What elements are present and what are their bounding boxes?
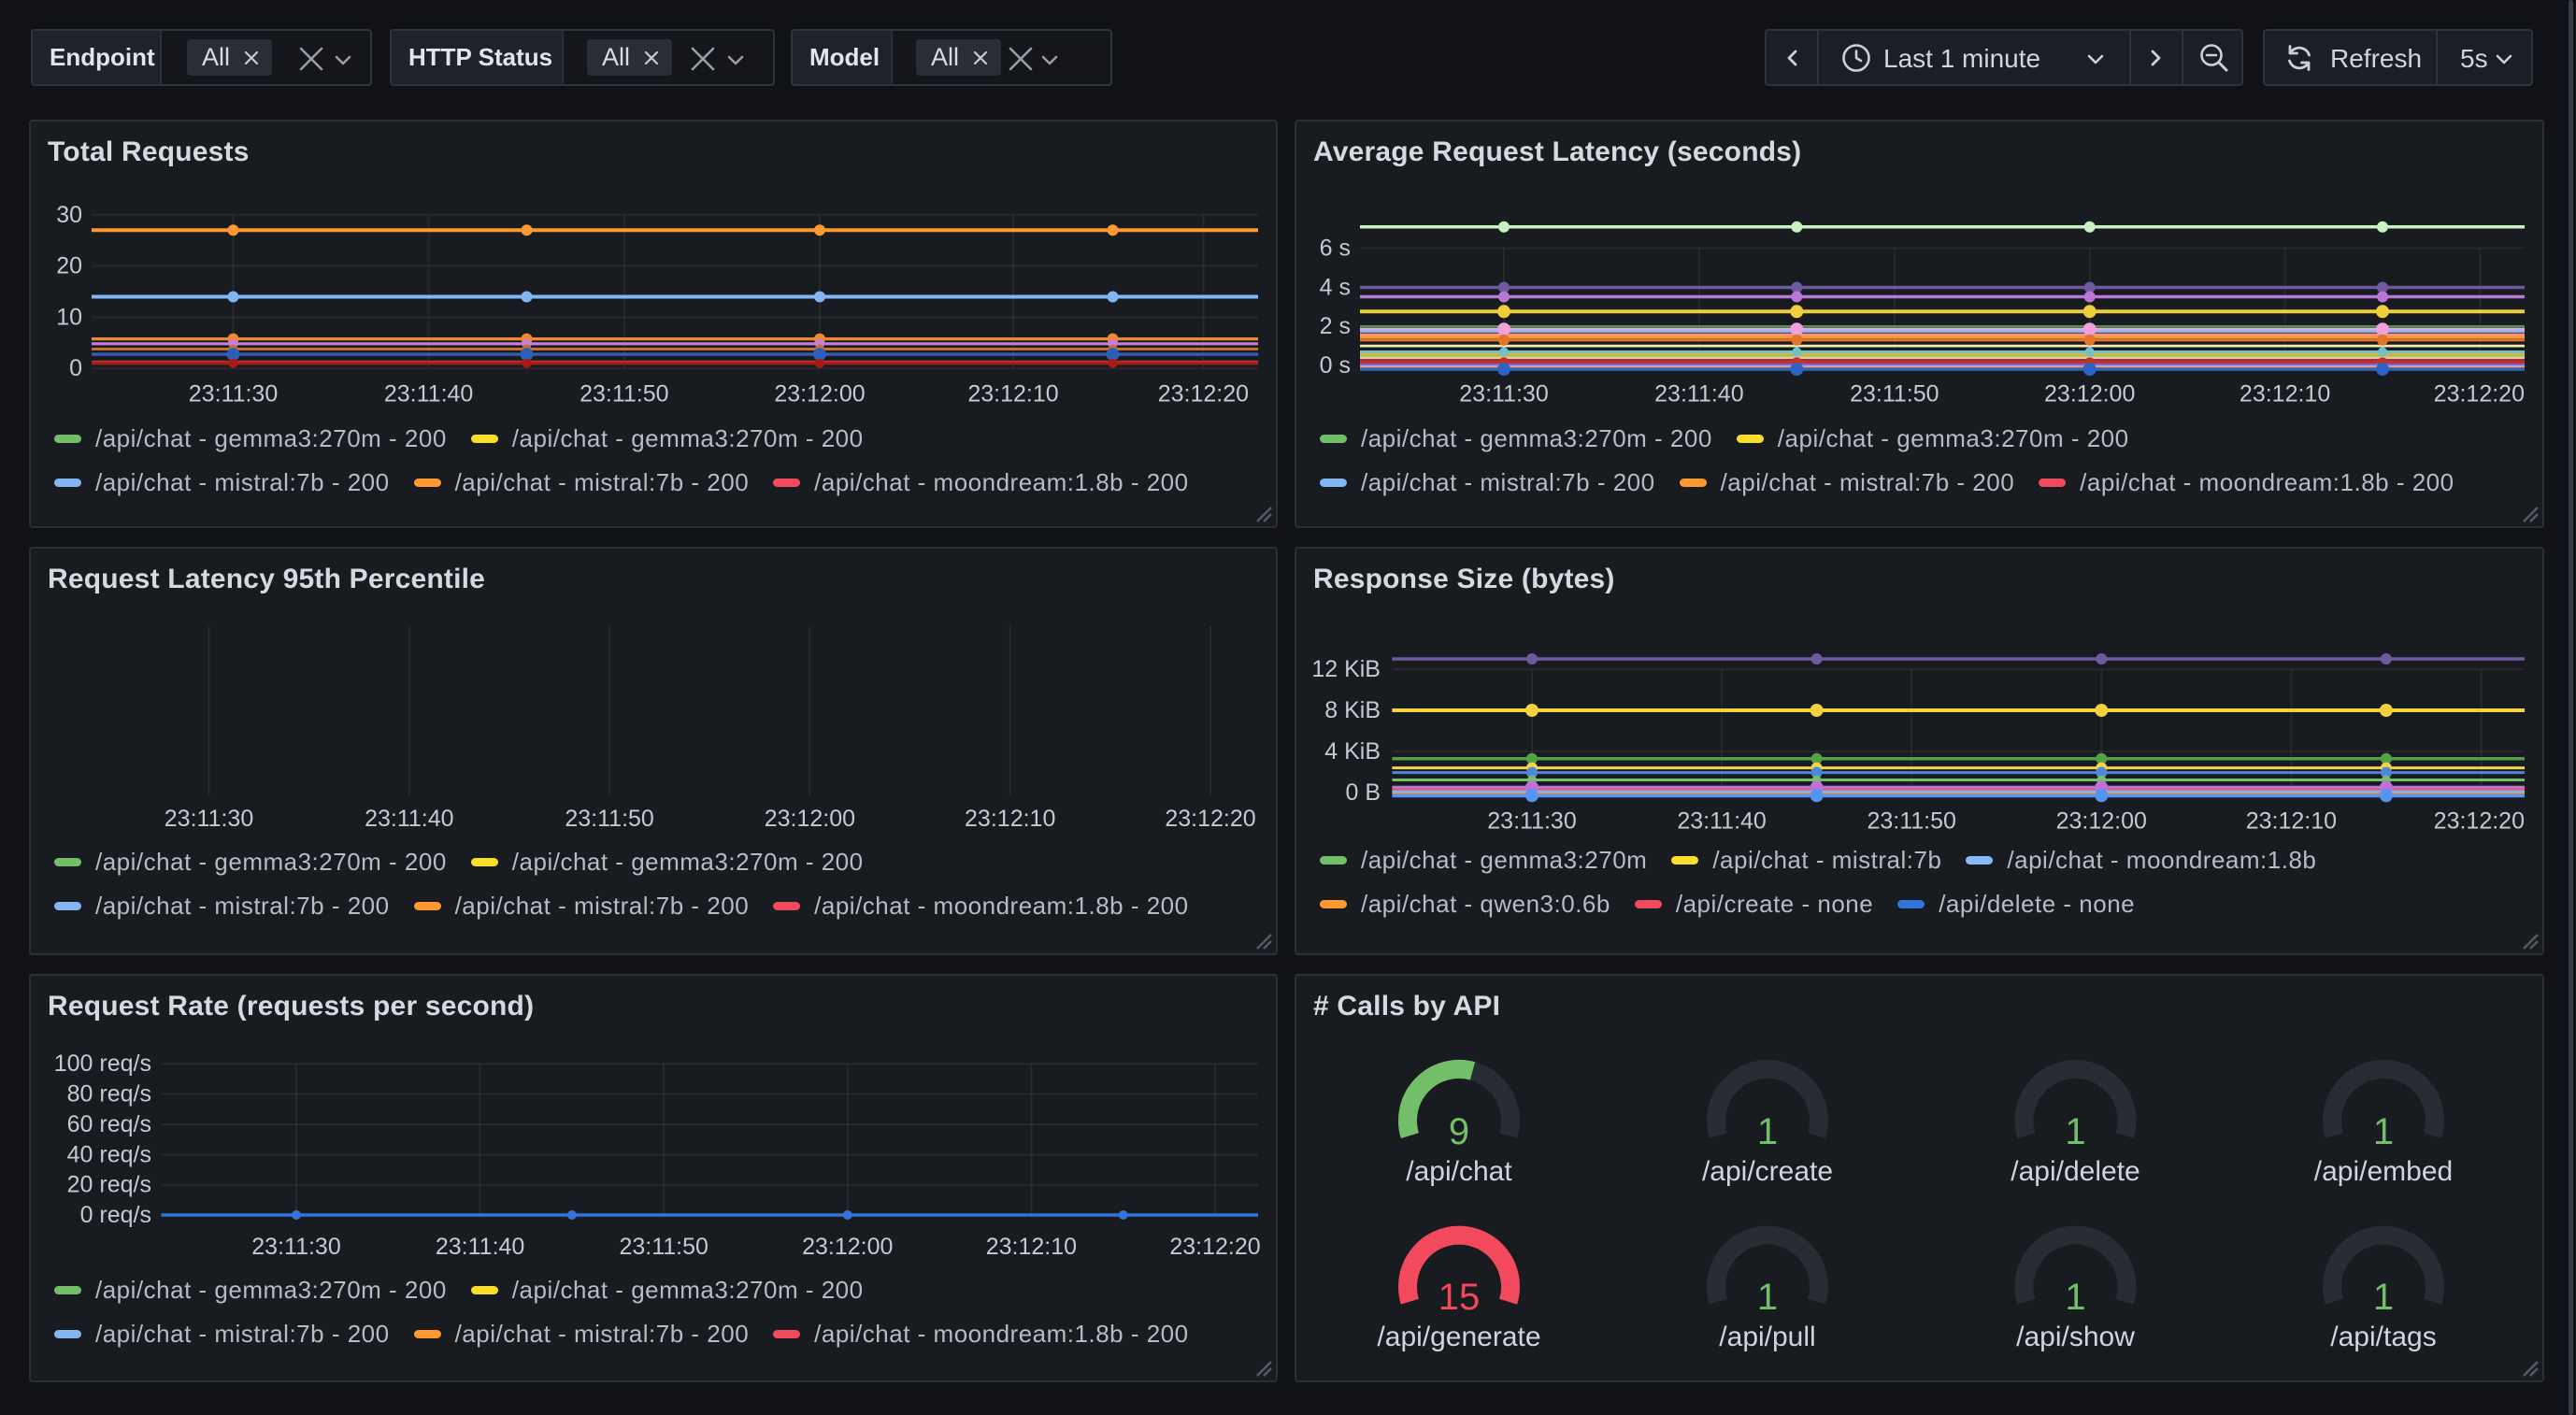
svg-text:23:12:20: 23:12:20 — [2434, 808, 2525, 835]
svg-text:23:11:40: 23:11:40 — [1677, 808, 1766, 835]
svg-text:23:12:10: 23:12:10 — [2246, 808, 2337, 835]
svg-text:15: 15 — [1438, 1277, 1481, 1318]
svg-text:23:12:00: 23:12:00 — [2044, 381, 2135, 407]
svg-text:0: 0 — [69, 355, 82, 381]
svg-text:23:12:20: 23:12:20 — [2434, 381, 2525, 407]
svg-text:23:12:20: 23:12:20 — [1165, 806, 1255, 832]
svg-text:23:11:30: 23:11:30 — [189, 381, 278, 407]
svg-text:8 KiB: 8 KiB — [1324, 697, 1381, 723]
svg-text:2 s: 2 s — [1320, 313, 1351, 339]
svg-text:23:11:30: 23:11:30 — [1487, 808, 1576, 835]
svg-text:4 s: 4 s — [1320, 274, 1351, 300]
svg-text:60 req/s: 60 req/s — [67, 1111, 151, 1137]
svg-text:80 req/s: 80 req/s — [67, 1081, 151, 1108]
svg-text:23:12:00: 23:12:00 — [765, 806, 855, 832]
svg-text:23:11:50: 23:11:50 — [580, 381, 668, 407]
svg-text:/api/pull: /api/pull — [1719, 1322, 1815, 1352]
svg-text:/api/delete: /api/delete — [2011, 1156, 2140, 1187]
svg-text:23:11:40: 23:11:40 — [384, 381, 473, 407]
svg-text:23:12:20: 23:12:20 — [1158, 381, 1249, 407]
svg-text:23:12:10: 23:12:10 — [986, 1234, 1077, 1260]
svg-text:23:12:10: 23:12:10 — [2240, 381, 2330, 407]
svg-text:23:11:30: 23:11:30 — [251, 1234, 340, 1260]
svg-text:23:11:30: 23:11:30 — [1459, 381, 1548, 407]
svg-text:23:12:00: 23:12:00 — [774, 381, 865, 407]
svg-text:/api/create: /api/create — [1702, 1156, 1833, 1187]
svg-text:1: 1 — [2065, 1277, 2085, 1318]
svg-text:1: 1 — [1757, 1111, 1778, 1152]
svg-text:/api/embed: /api/embed — [2314, 1156, 2453, 1187]
svg-text:12 KiB: 12 KiB — [1311, 656, 1381, 682]
svg-text:/api/chat: /api/chat — [1406, 1156, 1512, 1187]
svg-text:4 KiB: 4 KiB — [1324, 738, 1381, 765]
svg-text:23:11:50: 23:11:50 — [1867, 808, 1955, 835]
svg-text:/api/show: /api/show — [2016, 1322, 2135, 1352]
svg-text:0 req/s: 0 req/s — [80, 1202, 151, 1228]
svg-text:100 req/s: 100 req/s — [54, 1051, 151, 1077]
svg-text:/api/generate: /api/generate — [1377, 1322, 1540, 1352]
svg-text:23:12:10: 23:12:10 — [965, 806, 1055, 832]
svg-text:23:11:40: 23:11:40 — [1654, 381, 1743, 407]
svg-text:23:11:50: 23:11:50 — [1850, 381, 1939, 407]
svg-text:/api/tags: /api/tags — [2330, 1322, 2436, 1352]
svg-text:1: 1 — [1757, 1277, 1778, 1318]
svg-text:23:12:00: 23:12:00 — [802, 1234, 893, 1260]
svg-text:23:11:30: 23:11:30 — [165, 806, 253, 832]
svg-text:23:11:40: 23:11:40 — [436, 1234, 524, 1260]
svg-text:20: 20 — [56, 253, 82, 279]
svg-text:6 s: 6 s — [1320, 236, 1351, 262]
svg-text:1: 1 — [2373, 1277, 2394, 1318]
svg-text:23:12:00: 23:12:00 — [2056, 808, 2147, 835]
svg-text:0 B: 0 B — [1345, 779, 1381, 806]
svg-text:0 s: 0 s — [1320, 352, 1351, 379]
svg-text:9: 9 — [1449, 1111, 1469, 1152]
svg-text:23:11:40: 23:11:40 — [365, 806, 453, 832]
svg-text:30: 30 — [56, 202, 82, 228]
svg-text:40 req/s: 40 req/s — [67, 1141, 151, 1167]
svg-text:23:11:50: 23:11:50 — [619, 1234, 708, 1260]
svg-text:23:12:10: 23:12:10 — [967, 381, 1058, 407]
svg-text:1: 1 — [2373, 1111, 2394, 1152]
svg-text:23:12:20: 23:12:20 — [1169, 1234, 1260, 1260]
svg-text:20 req/s: 20 req/s — [67, 1172, 151, 1198]
svg-text:23:11:50: 23:11:50 — [565, 806, 653, 832]
svg-text:1: 1 — [2065, 1111, 2085, 1152]
svg-text:10: 10 — [56, 304, 82, 330]
